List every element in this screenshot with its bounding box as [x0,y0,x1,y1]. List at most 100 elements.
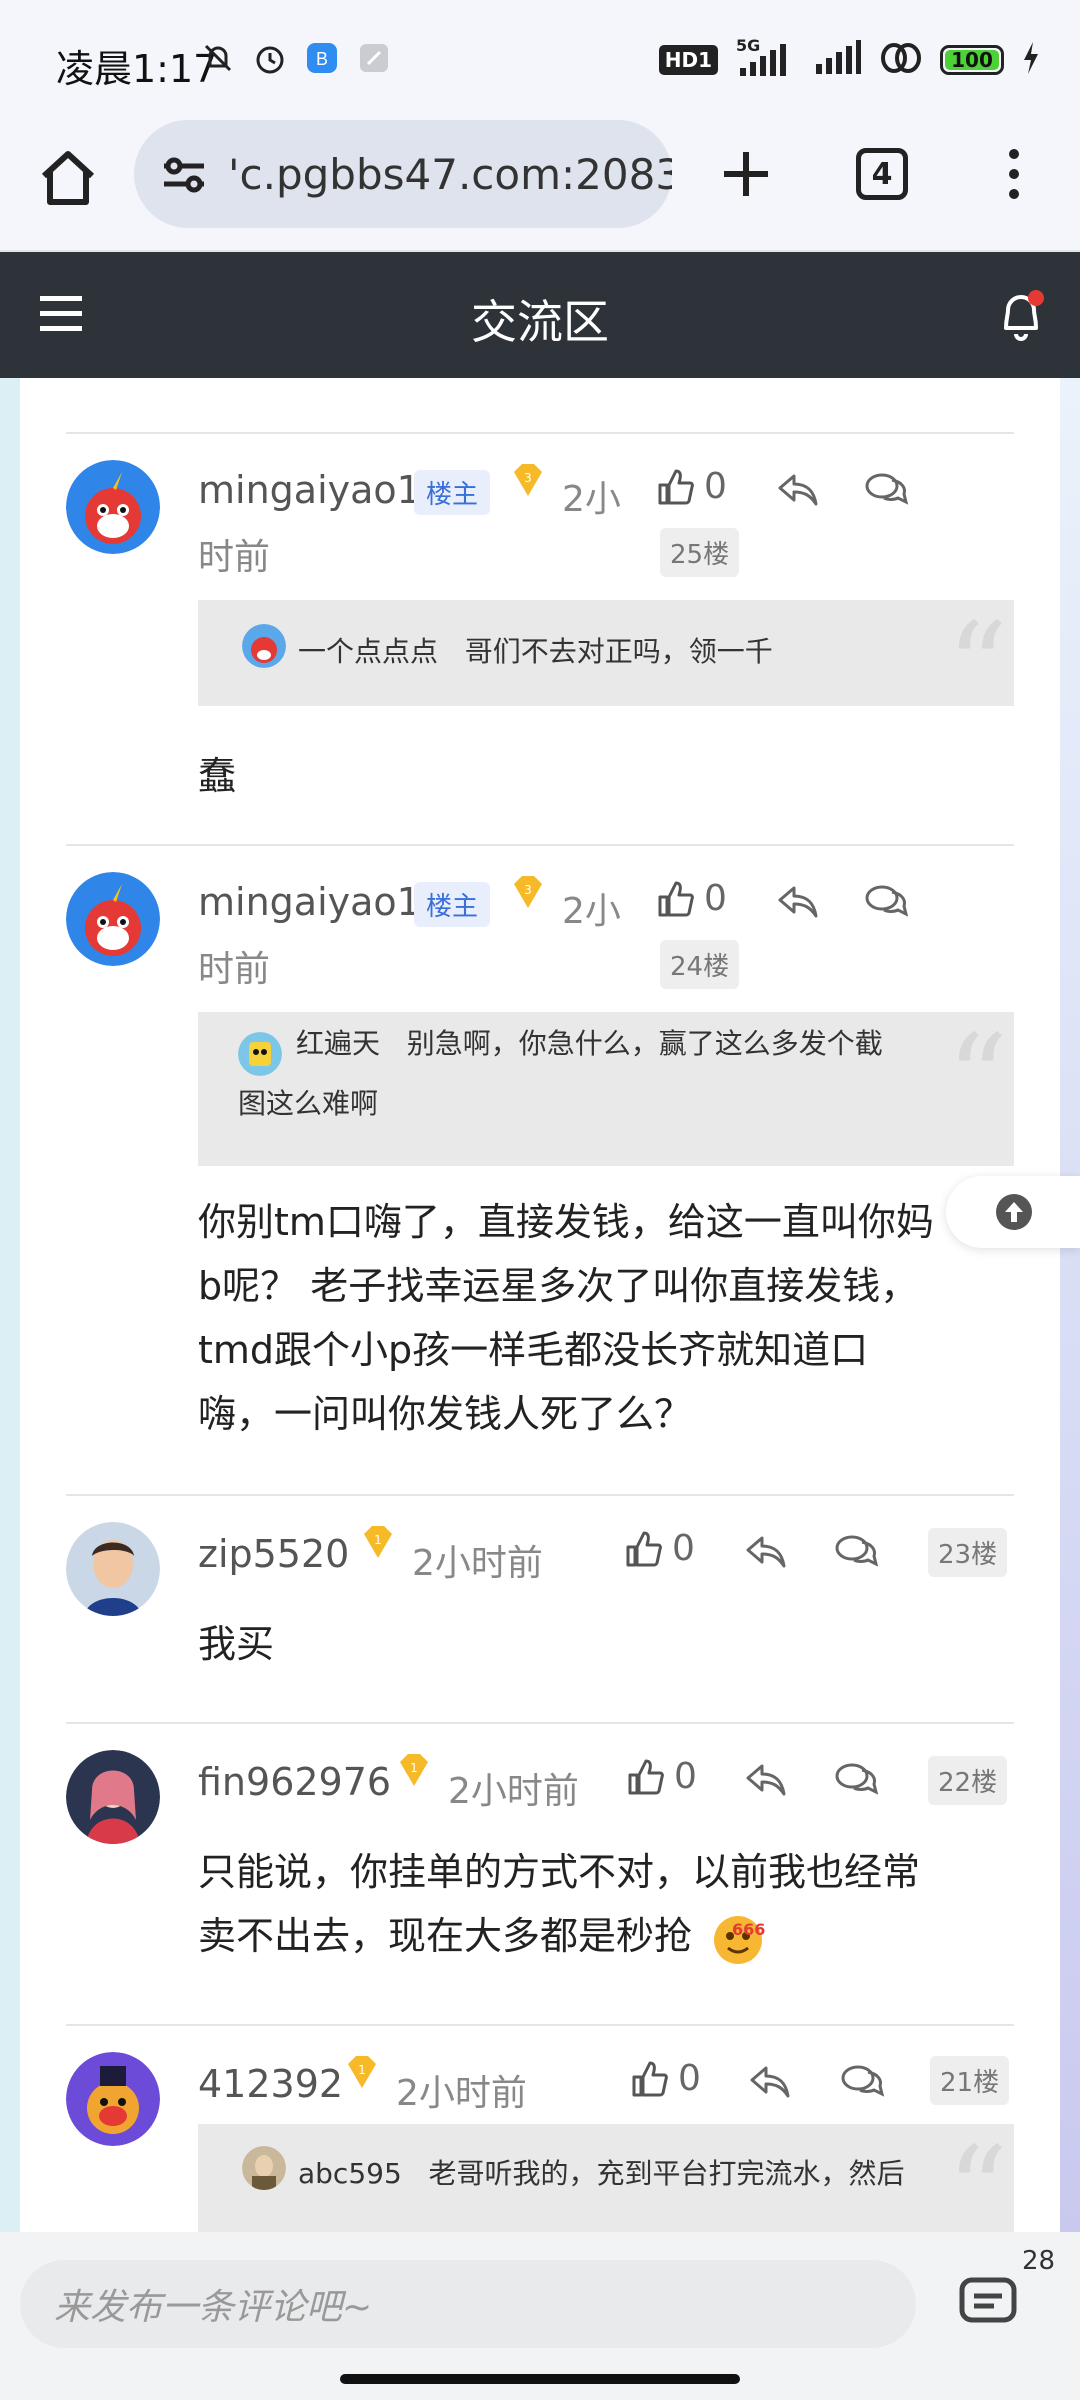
like-count: 0 [704,466,727,507]
comment-list-icon [959,2277,1017,2323]
level-gem-icon: 1 [394,1752,434,1788]
quote-username[interactable]: 一个点点点 [298,635,438,668]
comment-count: 28 [1022,2246,1056,2276]
avatar[interactable] [66,872,160,966]
post-time: 2小 [562,479,621,520]
username[interactable]: 412392 [198,2062,343,2106]
floor-number: 21楼 [930,2056,1010,2105]
bell-off-icon [200,40,236,76]
thumbs-up-icon [658,469,694,504]
post-time: 2小时前 [412,1543,543,1584]
svg-text:1: 1 [358,2063,366,2077]
post-time: 2小时前 [396,2073,527,2114]
back-to-top-button[interactable] [946,1176,1080,1248]
comment-bar: 来发布一条评论吧~ 28 [0,2232,1080,2360]
comment-list: mingaiyao1 楼主 3 2小 时前 0 25楼 一个点点点 哥们不去对正… [0,378,1080,2232]
comment-body: 我买 [198,1622,275,1666]
comment-icon[interactable] [864,882,909,922]
like-count: 0 [678,2058,701,2099]
like-button[interactable]: 0 [656,466,727,507]
comment-body: 你别tm口嗨了，直接发钱，给这一直叫你妈 b呢？ 老子找幸运星多次了叫你直接发钱… [198,1200,934,1436]
level-gem-icon: 1 [342,2054,382,2090]
url-text[interactable]: 'c.pgbbs47.com:2083 [228,150,672,199]
avatar[interactable] [66,1750,160,1844]
browser-toolbar: 'c.pgbbs47.com:2083 4 [0,120,1080,252]
alarm-icon [252,40,288,76]
comment-body: 只能说，你挂单的方式不对，以前我也经常 卖不出去，现在大多都是秒抢 666 [198,1840,1018,1968]
quote-mark-icon: “ [946,1010,1008,1149]
site-settings-icon[interactable] [154,144,214,204]
svg-text:3: 3 [524,471,532,485]
emoji-sticker: 666 [708,1904,772,1968]
reply-icon[interactable] [776,882,820,922]
page-title: 交流区 [471,295,609,349]
status-notification-icons: B [200,40,392,76]
level-gem-icon: 3 [508,874,548,910]
tab-switcher-button[interactable]: 4 [856,148,908,200]
reply-icon[interactable] [748,2062,792,2102]
thumbs-up-icon [628,1759,664,1794]
comment-icon[interactable] [834,1760,879,1800]
thumbs-up-icon [658,881,694,916]
like-count: 0 [704,878,727,919]
arrow-up-icon [996,1194,1032,1230]
post-time: 2小时前 [448,1771,579,1812]
username[interactable]: mingaiyao1 [198,880,421,924]
plus-icon [724,152,768,196]
thread-owner-badge: 楼主 [414,470,491,515]
status-system-icons: HD1 5G 100 [658,36,1040,80]
notification-button[interactable] [996,288,1046,342]
quoted-comment: 一个点点点 哥们不去对正吗，领一千 “ [198,600,1014,728]
reply-icon[interactable] [744,1532,788,1572]
like-button[interactable]: 0 [626,1756,697,1797]
avatar [238,1032,282,1076]
avatar[interactable] [66,1522,160,1616]
like-button[interactable]: 0 [624,1528,695,1569]
post-time-continued: 时前 [198,949,271,990]
floor-number: 24楼 [660,940,740,989]
status-time: 凌晨1:17 [56,47,218,91]
home-gesture-handle[interactable] [340,2374,740,2384]
app-notification-icon: B [304,40,340,76]
level-gem-icon: 3 [508,462,548,498]
username[interactable]: fin962976 [198,1760,391,1804]
username[interactable]: mingaiyao1 [198,468,421,512]
link-icon [880,40,922,80]
app-header: 交流区 [0,252,1080,378]
comment-icon[interactable] [834,1532,879,1572]
avatar[interactable] [66,2052,160,2146]
comment-icon[interactable] [864,470,909,510]
thread-owner-badge: 楼主 [414,882,491,927]
avatar[interactable] [66,460,160,554]
home-icon [41,151,95,205]
svg-text:1: 1 [410,1761,418,1775]
system-nav-bar [0,2360,1080,2400]
quote-username[interactable]: 红遍天 [296,1027,380,1060]
comment-icon[interactable] [840,2062,885,2102]
like-button[interactable]: 0 [630,2058,701,2099]
svg-text:1: 1 [374,1533,382,1547]
comment-input[interactable]: 来发布一条评论吧~ [20,2260,916,2348]
charging-icon [1022,42,1040,78]
new-tab-button[interactable] [716,144,776,204]
reply-icon[interactable] [776,470,820,510]
username[interactable]: zip5520 [198,1532,349,1576]
quoted-comment: abc595 老哥听我的，充到平台打完流水，然后 “ [198,2124,1014,2232]
browser-menu-button[interactable] [994,142,1034,206]
home-button[interactable] [36,146,100,210]
hd-badge: HD1 [658,45,718,75]
avatar [242,624,286,668]
quote-text: 别急啊，你急什么，赢了这么多发个截 [406,1027,883,1060]
quote-username[interactable]: abc595 [298,2157,402,2190]
svg-text:3: 3 [524,883,532,897]
tool-app-icon [356,40,392,76]
comments-button[interactable] [958,2274,1018,2330]
url-bar[interactable]: 'c.pgbbs47.com:2083 [134,120,672,228]
quote-mark-icon: “ [946,2122,1008,2233]
floor-number: 23楼 [928,1528,1008,1577]
like-count: 0 [674,1756,697,1797]
quoted-comment: 红遍天 别急啊，你急什么，赢了这么多发个截 图这么难啊 “ [198,1012,1014,1166]
reply-icon[interactable] [744,1760,788,1800]
like-button[interactable]: 0 [656,878,727,919]
floor-number: 22楼 [928,1756,1008,1805]
